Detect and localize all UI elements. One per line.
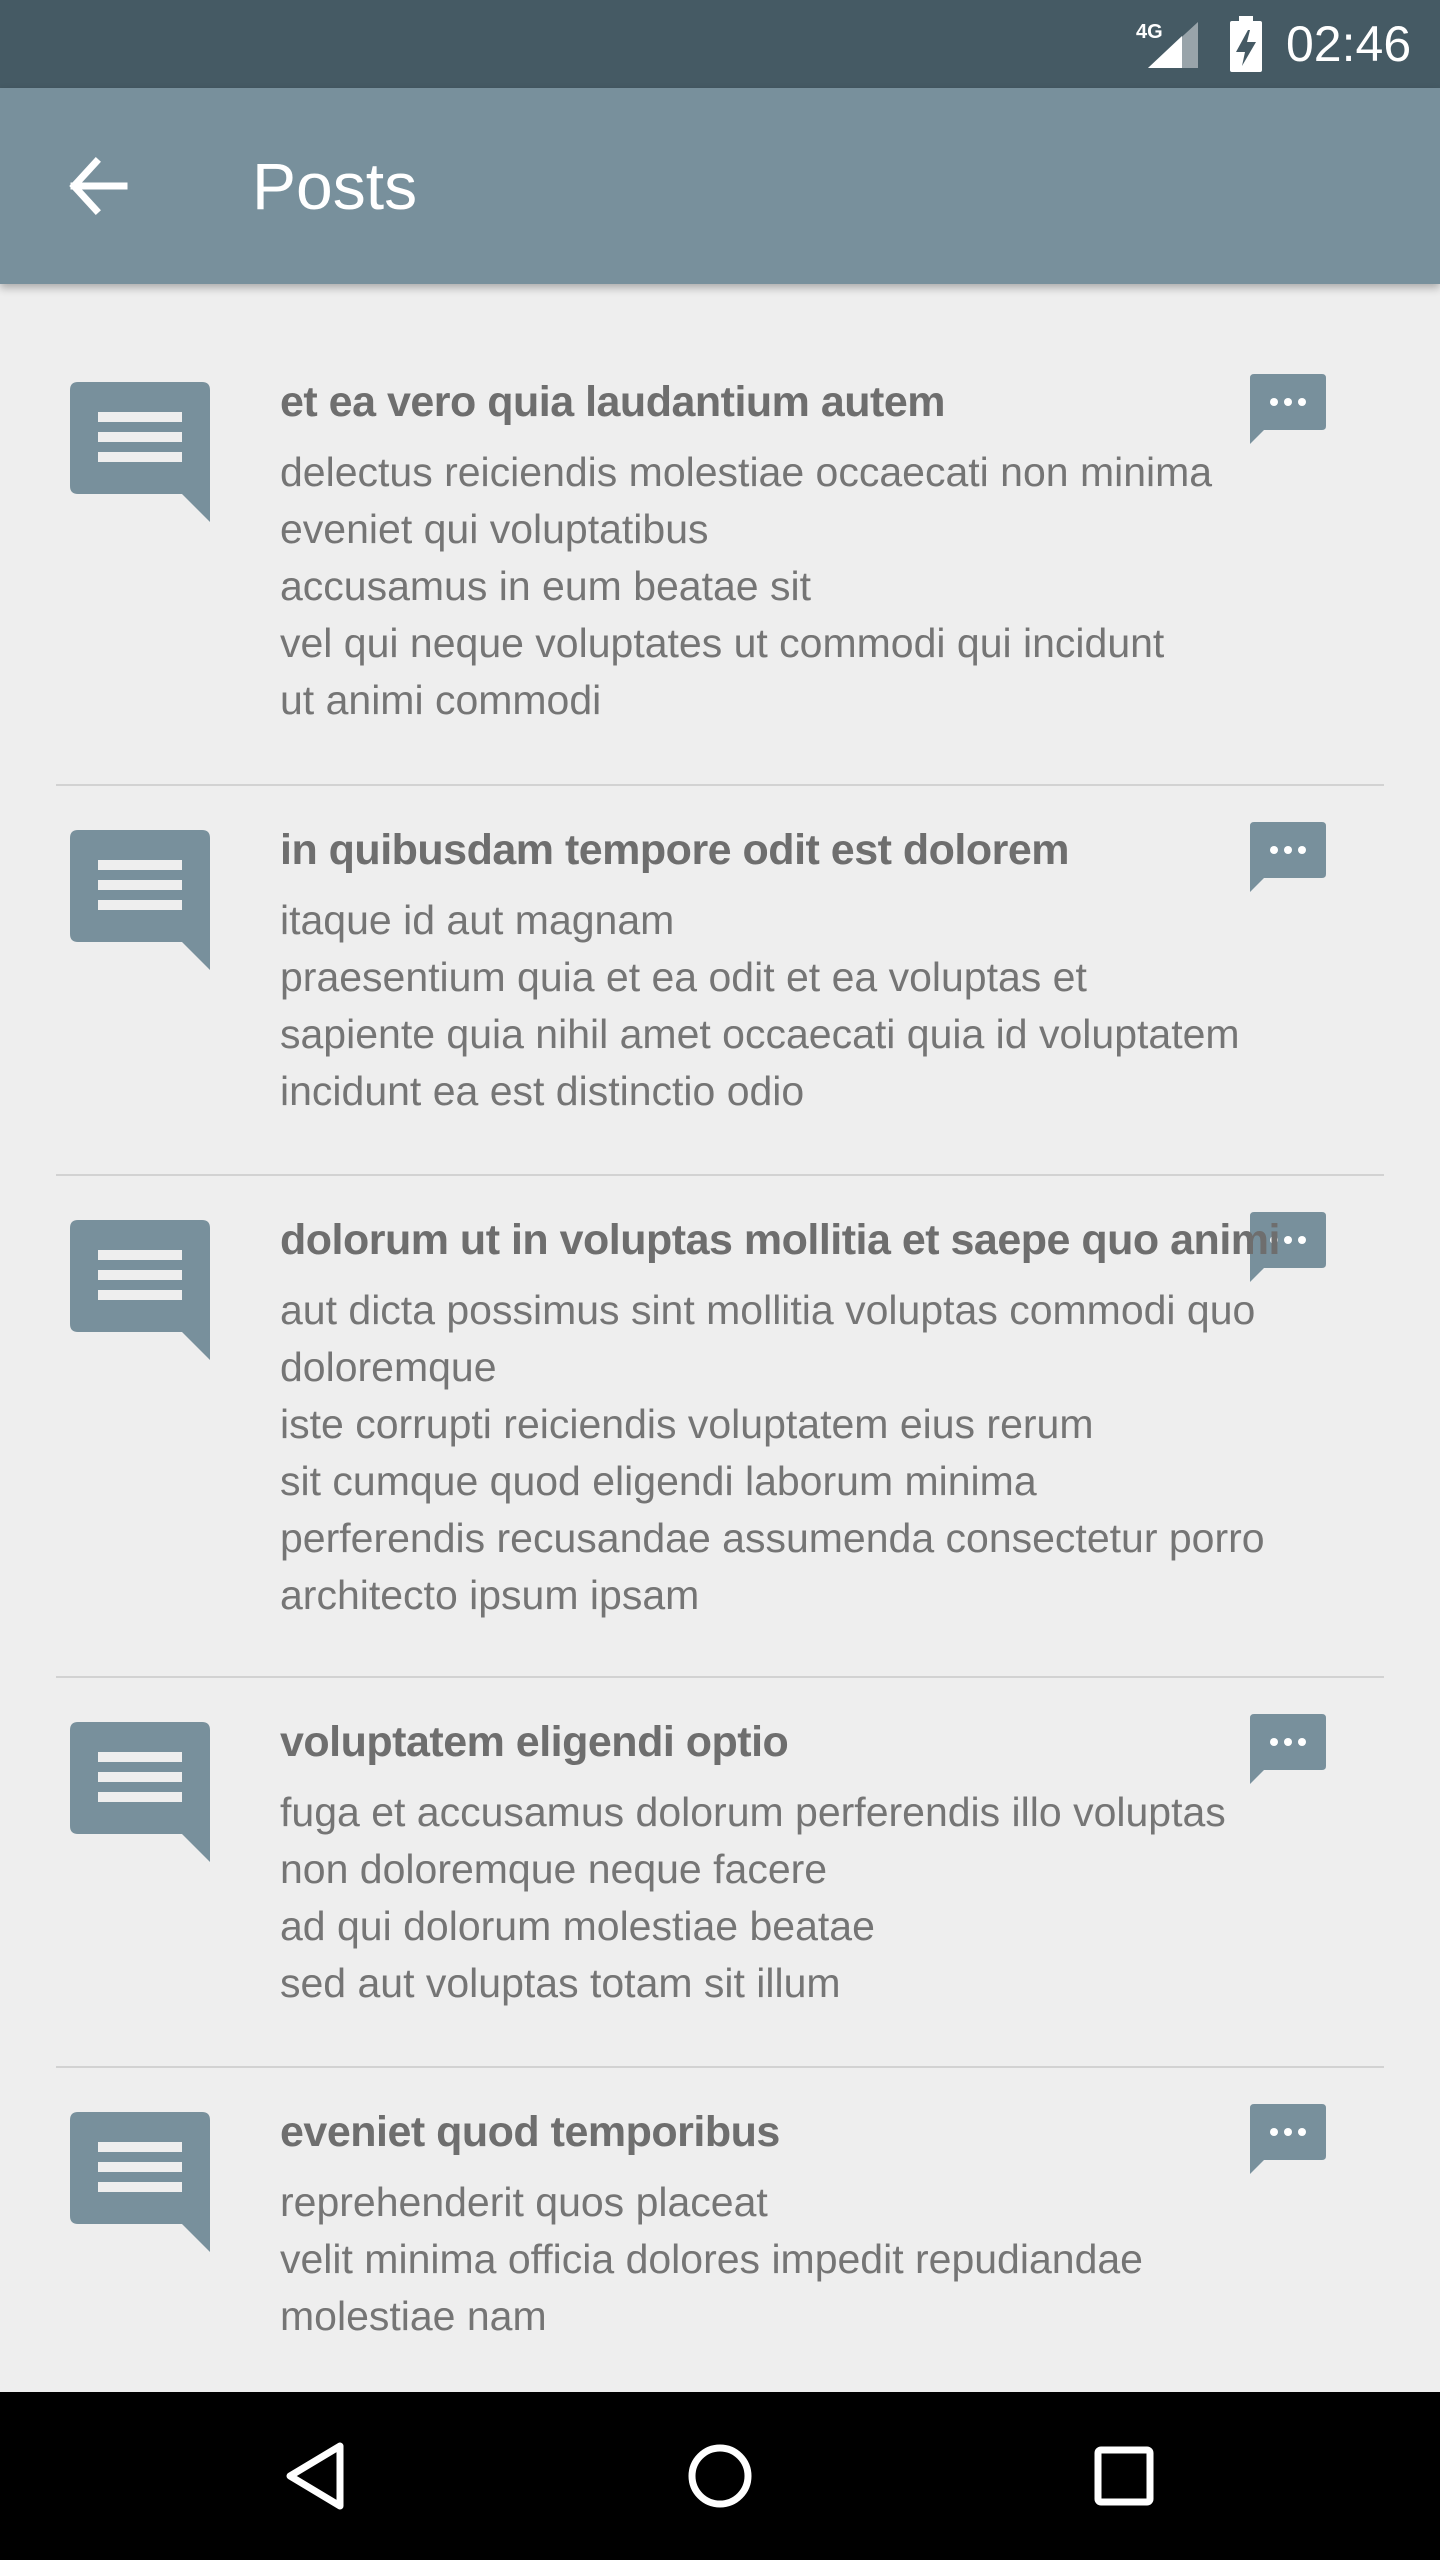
recents-square-icon	[1094, 2446, 1154, 2506]
status-time: 02:46	[1286, 16, 1412, 72]
post-body-line: doloremque	[280, 1344, 497, 1390]
post-item[interactable]: et ea vero quia laudantium autem delectu…	[56, 284, 1384, 786]
status-bar: 4G 02:46	[0, 0, 1440, 88]
nav-recents-button[interactable]	[1072, 2424, 1176, 2528]
post-title: voluptatem eligendi optio	[280, 1718, 789, 1766]
post-body-line: sed aut voluptas totam sit illum	[280, 1960, 841, 2006]
post-item[interactable]: eveniet quod temporibus reprehenderit qu…	[56, 2068, 1384, 2348]
post-body-line: aut dicta possimus sint mollitia volupta…	[280, 1287, 1256, 1333]
message-icon	[70, 382, 210, 522]
post-title: eveniet quod temporibus	[280, 2108, 780, 2156]
post-body-line: eveniet qui voluptatibus	[280, 506, 709, 552]
post-body-line: reprehenderit quos placeat	[280, 2179, 768, 2225]
home-circle-icon	[688, 2444, 752, 2508]
signal-icon: 4G	[1136, 21, 1198, 68]
battery-charging-icon	[1230, 16, 1262, 72]
post-title: dolorum ut in voluptas mollitia et saepe…	[280, 1216, 1280, 1264]
post-item[interactable]: dolorum ut in voluptas mollitia et saepe…	[56, 1176, 1384, 1678]
post-body-line: delectus reiciendis molestiae occaecati …	[280, 449, 1213, 495]
nav-back-button[interactable]	[264, 2424, 368, 2528]
message-icon	[70, 1220, 210, 1360]
post-body-line: non doloremque neque facere	[280, 1846, 828, 1892]
post-body-line: vel qui neque voluptates ut commodi qui …	[280, 620, 1165, 666]
post-body: fuga et accusamus dolorum perferendis il…	[280, 1784, 1290, 2012]
post-body-line: ut animi commodi	[280, 677, 602, 723]
post-body-line: incidunt ea est distinctio odio	[280, 1068, 805, 1114]
message-icon	[70, 830, 210, 970]
network-type-label: 4G	[1136, 21, 1163, 43]
post-body-line: molestiae nam	[280, 2293, 547, 2339]
page-title: Posts	[252, 149, 418, 223]
post-body: itaque id aut magnam praesentium quia et…	[280, 892, 1290, 1120]
post-item[interactable]: in quibusdam tempore odit est dolorem it…	[56, 786, 1384, 1176]
post-title: et ea vero quia laudantium autem	[280, 378, 946, 426]
post-item[interactable]: voluptatem eligendi optio fuga et accusa…	[56, 1678, 1384, 2068]
system-nav-bar	[0, 2392, 1440, 2560]
post-body: delectus reiciendis molestiae occaecati …	[280, 444, 1290, 729]
post-body-line: accusamus in eum beatae sit	[280, 563, 811, 609]
post-body: aut dicta possimus sint mollitia volupta…	[280, 1282, 1290, 1624]
post-body: reprehenderit quos placeat velit minima …	[280, 2174, 1290, 2345]
nav-home-button[interactable]	[668, 2424, 772, 2528]
post-body-line: architecto ipsum ipsam	[280, 1572, 700, 1618]
app-bar: Posts	[0, 88, 1440, 284]
arrow-back-icon	[69, 157, 128, 215]
post-body-line: sapiente quia nihil amet occaecati quia …	[280, 1011, 1240, 1057]
back-triangle-icon	[286, 2442, 344, 2510]
post-body-line: iste corrupti reiciendis voluptatem eius…	[280, 1401, 1094, 1447]
post-body-line: ad qui dolorum molestiae beatae	[280, 1903, 875, 1949]
back-button[interactable]	[56, 144, 140, 228]
post-body-line: perferendis recusandae assumenda consect…	[280, 1515, 1265, 1561]
post-body-line: praesentium quia et ea odit et ea volupt…	[280, 954, 1087, 1000]
post-body-line: fuga et accusamus dolorum perferendis il…	[280, 1789, 1226, 1835]
message-icon	[70, 2112, 210, 2252]
post-body-line: velit minima officia dolores impedit rep…	[280, 2236, 1143, 2282]
post-body-line: sit cumque quod eligendi laborum minima	[280, 1458, 1037, 1504]
message-icon	[70, 1722, 210, 1862]
post-list: et ea vero quia laudantium autem delectu…	[0, 284, 1440, 2392]
post-title: in quibusdam tempore odit est dolorem	[280, 826, 1070, 874]
post-body-line: itaque id aut magnam	[280, 897, 675, 943]
